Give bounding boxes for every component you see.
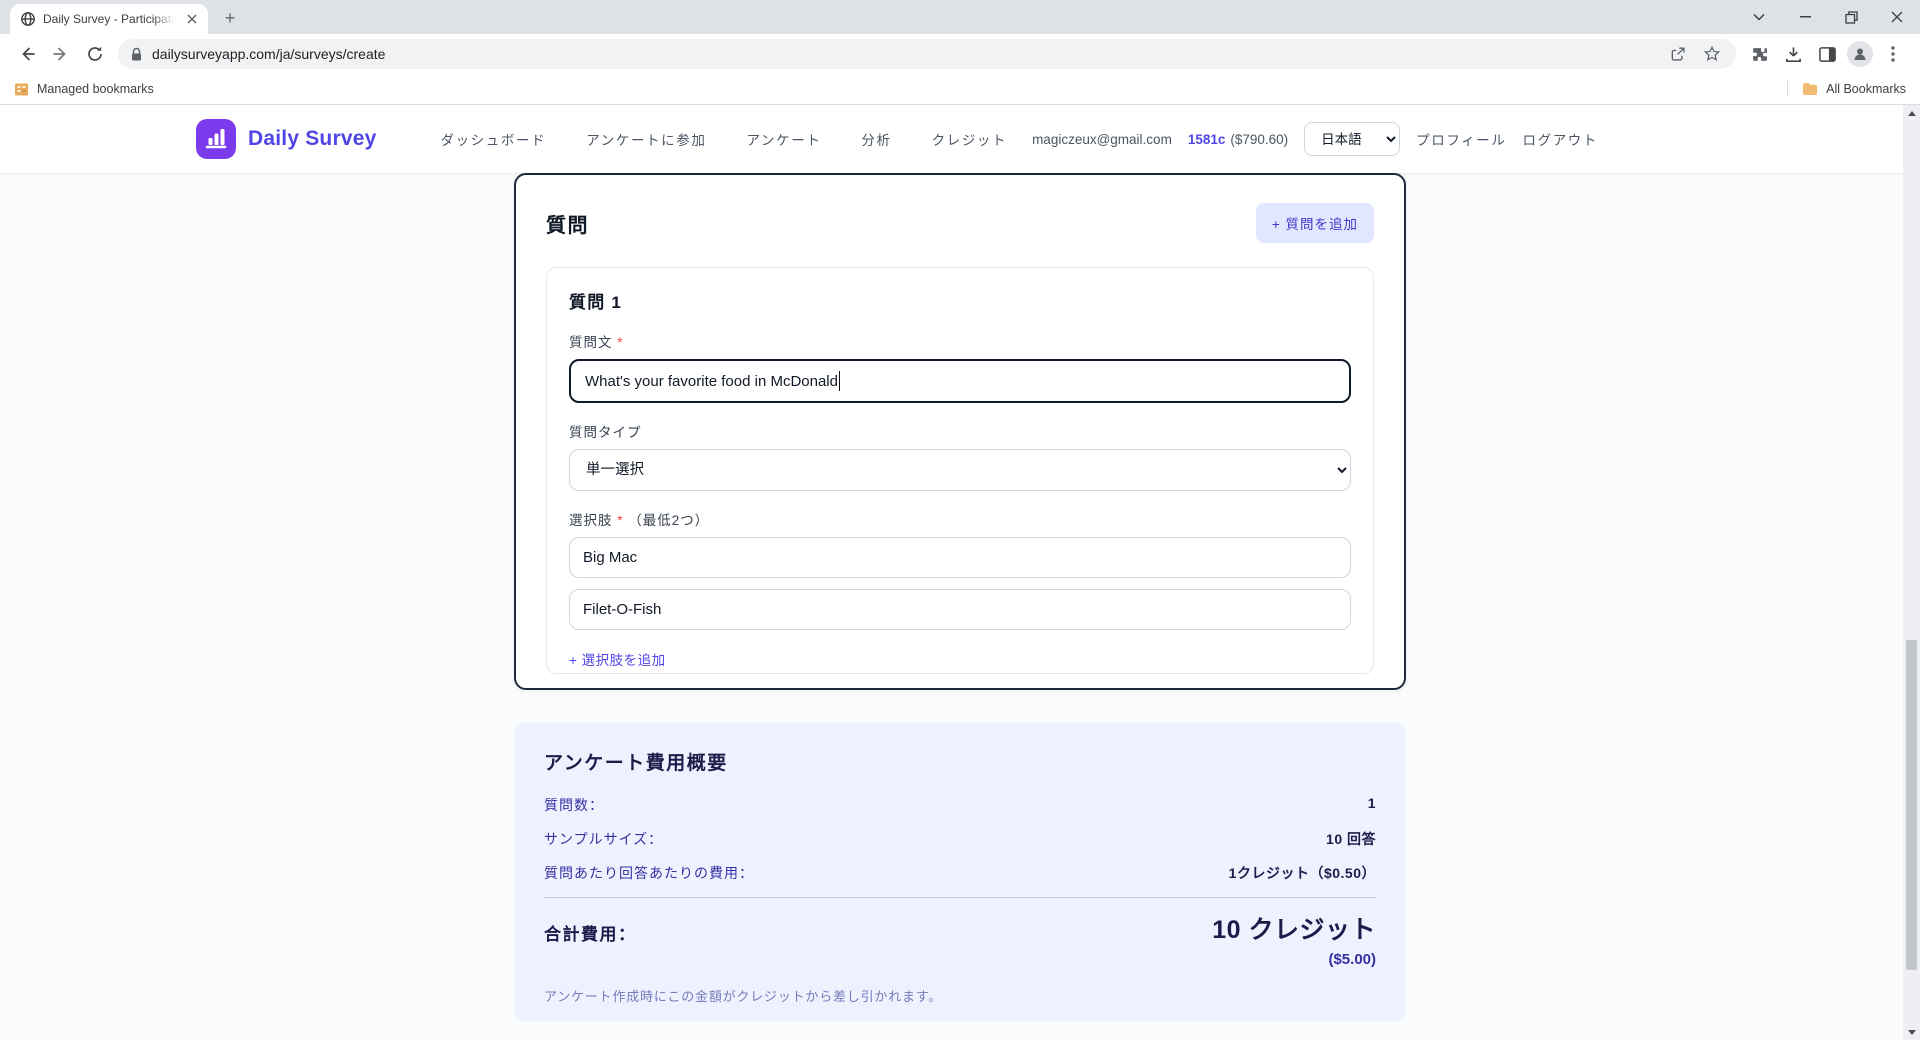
total-cost-label: 合計費用： [544,920,637,945]
brand-name: Daily Survey [248,127,376,151]
kebab-menu-icon[interactable] [1879,40,1907,68]
nav-surveys[interactable]: アンケート [746,129,821,149]
questions-card-header: 質問 + 質問を追加 [546,203,1374,243]
cost-row-sample-size: サンプルサイズ： 10 回答 [544,829,1376,849]
question-text-input[interactable]: What's your favorite food in McDonald [569,359,1351,403]
add-option-link[interactable]: + 選択肢を追加 [569,649,666,669]
option-1-input[interactable] [569,537,1351,578]
share-icon[interactable] [1666,42,1690,66]
browser-tab[interactable]: Daily Survey - Participate & Earn [10,4,208,34]
globe-favicon-icon [20,11,36,27]
account-email: magiczeux@gmail.com [1032,132,1172,147]
page-viewport: Daily Survey ダッシュボード アンケートに参加 アンケート 分析 ク… [0,105,1920,1040]
scrollbar-thumb[interactable] [1906,640,1917,970]
add-question-button[interactable]: + 質問を追加 [1256,203,1374,243]
reload-icon[interactable] [81,40,109,68]
url-text: dailysurveyapp.com/ja/surveys/create [152,46,385,62]
nav-dashboard[interactable]: ダッシュボード [440,129,546,149]
brand-logo-chart-icon [196,119,236,159]
cost-summary-title: アンケート費用概要 [544,748,1376,775]
nav-credits[interactable]: クレジット [932,129,1008,149]
account-cluster: magiczeux@gmail.com 1581c ($790.60) 日本語 … [1032,122,1598,156]
question-text-value: What's your favorite food in McDonald [585,373,838,390]
cost-summary-card: アンケート費用概要 質問数： 1 サンプルサイズ： 10 回答 質問あたり回答あ… [514,722,1406,1022]
scroll-up-arrow-icon[interactable] [1903,105,1920,121]
site-header: Daily Survey ダッシュボード アンケートに参加 アンケート 分析 ク… [0,105,1920,173]
question-1-box: 質問 1 質問文 * What's your favorite food in … [546,267,1374,674]
managed-bookmarks-icon [14,82,29,97]
back-icon[interactable] [13,40,41,68]
managed-bookmarks-label: Managed bookmarks [37,82,154,96]
bookmark-star-icon[interactable] [1700,42,1724,66]
total-usd: ($5.00) [1212,951,1376,968]
option-2-input[interactable] [569,589,1351,630]
extensions-puzzle-icon[interactable] [1745,40,1773,68]
total-credits: 10 クレジット [1212,910,1376,946]
logout-link[interactable]: ログアウト [1523,129,1599,149]
cost-row-per-response: 質問あたり回答あたりの費用： 1クレジット（$0.50） [544,863,1376,883]
total-cost-value: 10 クレジット ($5.00) [1212,910,1376,968]
new-tab-button[interactable]: + [216,4,244,32]
managed-bookmarks-item[interactable]: Managed bookmarks [14,82,154,97]
all-bookmarks-label: All Bookmarks [1826,82,1906,96]
question-1-title: 質問 1 [569,288,1351,313]
text-caret [839,371,841,391]
window-minimize-icon[interactable] [1782,0,1828,34]
required-asterisk: * [617,513,623,528]
profile-link[interactable]: プロフィール [1416,129,1506,149]
total-cost-row: 合計費用： 10 クレジット ($5.00) [544,910,1376,968]
browser-menu-chevron-icon[interactable] [1736,0,1782,34]
folder-icon [1802,82,1818,96]
page-content: 質問 + 質問を追加 質問 1 質問文 * What's your favori… [0,173,1920,1022]
tab-close-icon[interactable] [184,11,200,27]
bookmarks-bar: Managed bookmarks All Bookmarks [0,74,1920,105]
tab-title: Daily Survey - Participate & Earn [43,12,177,26]
cost-note: アンケート作成時にこの金額がクレジットから差し引かれます。 [544,986,1376,1005]
scroll-down-arrow-icon[interactable] [1903,1024,1920,1040]
nav-analytics[interactable]: 分析 [861,129,891,149]
forward-icon[interactable] [47,40,75,68]
question-type-label: 質問タイプ [569,421,1351,441]
questions-card: 質問 + 質問を追加 質問 1 質問文 * What's your favori… [514,173,1406,690]
all-bookmarks-item[interactable]: All Bookmarks [1802,82,1906,96]
side-panel-icon[interactable] [1813,40,1841,68]
cost-rows: 質問数： 1 サンプルサイズ： 10 回答 質問あたり回答あたりの費用： 1クレ… [544,795,1376,883]
window-close-icon[interactable] [1874,0,1920,34]
options-hint: （最低2つ） [628,513,709,528]
cost-divider [544,897,1376,898]
browser-tabstrip: Daily Survey - Participate & Earn + [0,0,1920,34]
browser-toolbar: dailysurveyapp.com/ja/surveys/create [0,34,1920,74]
page-scrollbar[interactable] [1903,105,1920,1040]
options-label: 選択肢 * （最低2つ） [569,509,1351,529]
credit-usd: ($790.60) [1230,132,1288,147]
url-bar[interactable]: dailysurveyapp.com/ja/surveys/create [118,39,1736,69]
window-restore-icon[interactable] [1828,0,1874,34]
lock-icon [130,47,143,62]
main-nav: ダッシュボード アンケートに参加 アンケート 分析 クレジット [440,129,1007,149]
question-text-label: 質問文 * [569,331,1351,351]
nav-participate[interactable]: アンケートに参加 [586,129,706,149]
questions-section-title: 質問 [546,209,589,238]
window-controls [1736,0,1920,34]
cost-row-question-count: 質問数： 1 [544,795,1376,815]
language-select[interactable]: 日本語 [1304,122,1400,156]
credit-amount: 1581c [1188,132,1226,147]
bookmarks-divider [1787,81,1788,97]
required-asterisk: * [617,335,623,350]
profile-avatar-icon[interactable] [1847,41,1873,67]
credit-balance: 1581c ($790.60) [1188,132,1288,147]
brand[interactable]: Daily Survey [196,119,376,159]
question-type-select[interactable]: 単一選択 [569,449,1351,491]
download-icon[interactable] [1779,40,1807,68]
